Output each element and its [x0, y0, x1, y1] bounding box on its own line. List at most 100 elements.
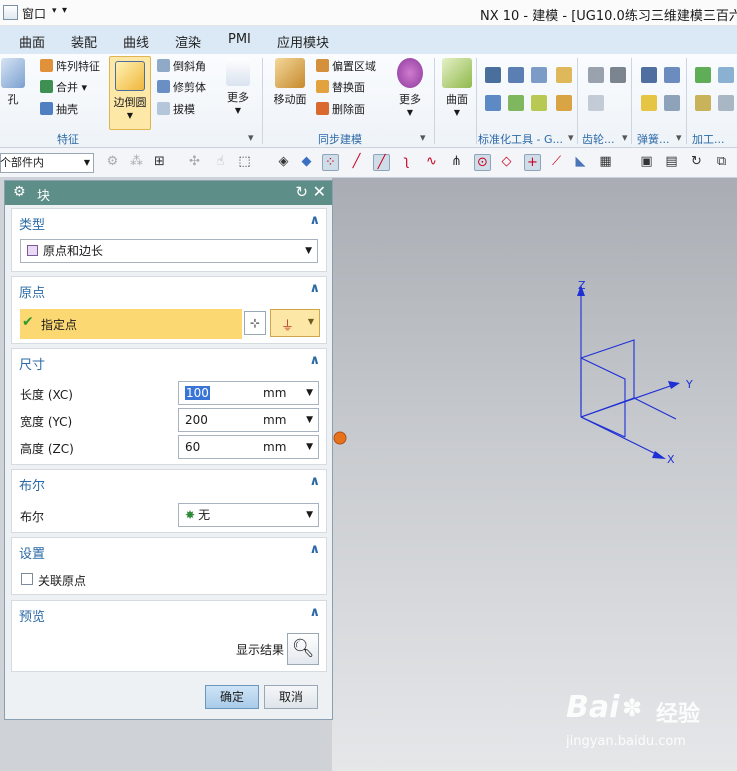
- collapse-icon[interactable]: ∧: [309, 474, 320, 489]
- machining-tool-icon[interactable]: [718, 95, 734, 111]
- gear-icon[interactable]: ⚙: [13, 184, 26, 200]
- length-input[interactable]: 100 mm ▼: [178, 381, 319, 405]
- tab-curve[interactable]: 曲线: [123, 32, 149, 51]
- graphics-viewport[interactable]: Z Y X: [332, 178, 737, 771]
- chevron-down-icon[interactable]: ▼: [306, 504, 313, 526]
- draft-button[interactable]: 拔模: [157, 101, 195, 119]
- line-snap-icon[interactable]: ╱: [348, 154, 365, 171]
- standard-tool-icon[interactable]: [508, 95, 524, 111]
- collapse-icon[interactable]: ∧: [309, 213, 320, 228]
- existing-point-icon[interactable]: +: [524, 154, 541, 171]
- delete-face-button[interactable]: 删除面: [316, 101, 365, 119]
- boolean-section-header[interactable]: 布尔 ∧: [12, 470, 326, 496]
- width-input[interactable]: 200 mm ▼: [178, 408, 319, 432]
- ok-button[interactable]: 确定: [205, 685, 259, 709]
- hole-button[interactable]: 孔: [0, 58, 26, 107]
- group-expand-icon[interactable]: ▾: [420, 131, 426, 144]
- close-icon[interactable]: ✕: [313, 182, 326, 201]
- dimensions-section-header[interactable]: 尺寸 ∧: [12, 349, 326, 375]
- edge-blend-button[interactable]: 边倒圆 ▼: [109, 56, 151, 130]
- chevron-down-icon[interactable]: ▼: [110, 111, 150, 120]
- origin-section-header[interactable]: 原点 ∧: [12, 277, 326, 303]
- point-dialog-button[interactable]: ⊹: [244, 311, 266, 335]
- tab-surface[interactable]: 曲面: [19, 32, 45, 51]
- gear-tool-icon[interactable]: [588, 67, 604, 83]
- chevron-down-icon[interactable]: ▼: [305, 240, 312, 262]
- chevron-down-icon[interactable]: ▼: [306, 436, 313, 458]
- point-on-curve-icon[interactable]: ⟋: [548, 154, 565, 171]
- tab-application[interactable]: 应用模块: [277, 32, 329, 51]
- layout-icon[interactable]: ▤: [663, 154, 680, 171]
- point-on-face-icon[interactable]: ◣: [572, 154, 589, 171]
- app-icon[interactable]: [3, 5, 18, 20]
- chevron-down-icon[interactable]: ▼: [439, 108, 475, 117]
- shell-button[interactable]: 抽壳: [40, 101, 78, 119]
- chevron-down-icon[interactable]: ▼: [220, 106, 256, 115]
- standard-tool-icon[interactable]: [508, 67, 524, 83]
- standard-tool-icon[interactable]: [556, 95, 572, 111]
- preview-section-header[interactable]: 预览 ∧: [12, 601, 326, 627]
- group-expand-icon[interactable]: ▾: [568, 131, 574, 144]
- collapse-icon[interactable]: ∧: [309, 542, 320, 557]
- window-icon[interactable]: ⧉: [713, 154, 730, 171]
- feature-more-button[interactable]: 更多 ▼: [220, 58, 256, 115]
- origin-point-marker[interactable]: [333, 431, 347, 445]
- collapse-icon[interactable]: ∧: [309, 281, 320, 296]
- spring-tool-icon[interactable]: [664, 95, 680, 111]
- boolean-dropdown[interactable]: ✸ 无 ▼: [178, 503, 319, 527]
- collapse-icon[interactable]: ∧: [309, 353, 320, 368]
- quick-access-dropdown-icon[interactable]: ▾: [62, 5, 67, 16]
- trim-body-button[interactable]: 修剪体: [157, 79, 206, 97]
- sync-more-button[interactable]: 更多 ▼: [392, 58, 428, 117]
- chevron-down-icon[interactable]: ▼: [392, 108, 428, 117]
- surface-button[interactable]: 曲面 ▼: [439, 58, 475, 117]
- grid-icon[interactable]: ▦: [597, 154, 614, 171]
- machining-tool-icon[interactable]: [695, 67, 711, 83]
- tab-pmi[interactable]: PMI: [228, 32, 251, 47]
- chamfer-button[interactable]: 倒斜角: [157, 58, 206, 76]
- dialog-title-bar[interactable]: ⚙ 块 ↻ ✕: [5, 181, 332, 205]
- type-dropdown[interactable]: 原点和边长 ▼: [20, 239, 318, 263]
- show-result-button[interactable]: 🔍︎: [287, 633, 319, 665]
- quadrant-icon[interactable]: ◇: [498, 154, 515, 171]
- standard-tool-icon[interactable]: [485, 95, 501, 111]
- group-expand-icon[interactable]: ▾: [248, 131, 254, 144]
- cube-icon[interactable]: ◈: [275, 154, 292, 171]
- cancel-button[interactable]: 取消: [264, 685, 318, 709]
- type-section-header[interactable]: 类型 ∧: [12, 209, 326, 235]
- arc-center-icon[interactable]: ⊙: [474, 154, 491, 171]
- intersection-icon[interactable]: ⋔: [448, 154, 465, 171]
- control-point-icon[interactable]: ∿: [423, 154, 440, 171]
- filter-icon[interactable]: ⁂: [128, 154, 145, 171]
- box-select-icon[interactable]: ⬚: [236, 154, 253, 171]
- grab-icon[interactable]: ☝: [212, 154, 229, 171]
- offset-region-button[interactable]: 偏置区域: [316, 58, 376, 76]
- chevron-down-icon[interactable]: ▼: [306, 409, 313, 431]
- solid-cube-icon[interactable]: ◆: [298, 154, 315, 171]
- specify-point-row[interactable]: ✔ 指定点: [20, 309, 242, 339]
- gear-tool-icon[interactable]: [610, 67, 626, 83]
- standard-tool-icon[interactable]: [531, 95, 547, 111]
- reset-icon[interactable]: ↻: [295, 183, 308, 201]
- replace-face-button[interactable]: 替换面: [316, 79, 365, 97]
- height-input[interactable]: 60 mm ▼: [178, 435, 319, 459]
- machining-tool-icon[interactable]: [695, 95, 711, 111]
- chevron-down-icon[interactable]: ▼: [306, 382, 313, 404]
- midpoint-snap-icon[interactable]: ╱: [373, 154, 390, 171]
- select-type-icon[interactable]: ⊞: [151, 154, 168, 171]
- inferred-point-dropdown[interactable]: ⏚ ▼: [270, 309, 320, 337]
- refresh-icon[interactable]: ↻: [688, 154, 705, 171]
- chevron-down-icon[interactable]: ▼: [84, 154, 90, 172]
- settings-section-header[interactable]: 设置 ∧: [12, 538, 326, 564]
- view-icon[interactable]: ▣: [638, 154, 655, 171]
- standard-tool-icon[interactable]: [556, 67, 572, 83]
- window-menu[interactable]: 窗口: [22, 5, 46, 22]
- spring-tool-icon[interactable]: [641, 67, 657, 83]
- group-expand-icon[interactable]: ▾: [676, 131, 682, 144]
- tab-assembly[interactable]: 装配: [71, 32, 97, 51]
- standard-tool-icon[interactable]: [485, 67, 501, 83]
- spring-tool-icon[interactable]: [664, 67, 680, 83]
- collapse-icon[interactable]: ∧: [309, 605, 320, 620]
- group-expand-icon[interactable]: ▾: [622, 131, 628, 144]
- machining-tool-icon[interactable]: [718, 67, 734, 83]
